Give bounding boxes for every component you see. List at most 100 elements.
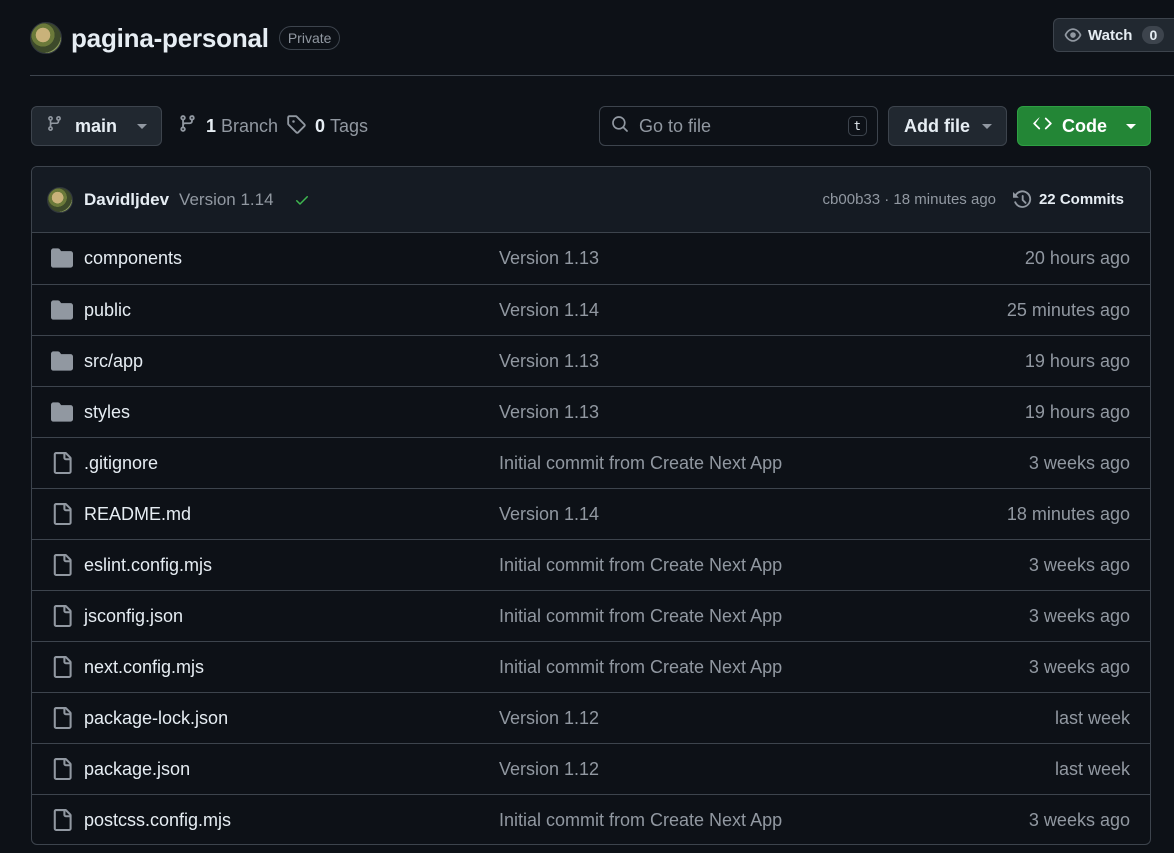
- caret-down-icon: [137, 123, 147, 129]
- file-name-link[interactable]: .gitignore: [84, 453, 158, 474]
- commits-count: 22 Commits: [1038, 191, 1124, 208]
- file-commit-message[interactable]: Version 1.14: [499, 300, 599, 321]
- file-row[interactable]: public Version 1.14 25 minutes ago: [32, 284, 1150, 335]
- file-name-link[interactable]: package-lock.json: [84, 708, 228, 729]
- code-button[interactable]: Code: [1017, 106, 1151, 146]
- folder-icon: [51, 247, 73, 269]
- file-commit-time: 18 minutes ago: [1006, 503, 1130, 524]
- file-icon: [51, 809, 73, 831]
- file-name-link[interactable]: jsconfig.json: [84, 606, 183, 627]
- folder-icon: [51, 350, 73, 372]
- file-commit-message[interactable]: Version 1.13: [499, 402, 599, 423]
- repo-name[interactable]: pagina-personal: [71, 23, 269, 54]
- file-icon: [51, 503, 73, 525]
- check-icon[interactable]: [294, 192, 310, 208]
- file-row[interactable]: next.config.mjs Initial commit from Creat…: [32, 641, 1150, 692]
- file-commit-time: last week: [1054, 758, 1130, 779]
- file-row[interactable]: jsconfig.json Initial commit from Create …: [32, 590, 1150, 641]
- file-commit-time: 25 minutes ago: [1006, 299, 1130, 320]
- watch-count: 0: [1142, 26, 1165, 44]
- file-row[interactable]: postcss.config.mjs Initial commit from Cr…: [32, 794, 1150, 844]
- git-branch-icon: [46, 115, 63, 137]
- file-commit-message[interactable]: Initial commit from Create Next App: [499, 657, 782, 678]
- file-icon: [51, 554, 73, 576]
- file-name-link[interactable]: src/app: [84, 351, 143, 372]
- file-row[interactable]: src/app Version 1.13 19 hours ago: [32, 335, 1150, 386]
- file-icon: [51, 452, 73, 474]
- file-row[interactable]: components Version 1.13 20 hours ago: [32, 233, 1150, 284]
- header-divider: [30, 75, 1174, 76]
- file-name-link[interactable]: eslint.config.mjs: [84, 555, 212, 576]
- add-file-button[interactable]: Add file: [888, 106, 1007, 146]
- file-commit-message[interactable]: Initial commit from Create Next App: [499, 555, 782, 576]
- latest-commit-bar: Davidljdev Version 1.14 cb00b33 · 18 min…: [32, 167, 1150, 233]
- tag-count-label: Tags: [330, 115, 369, 136]
- file-commit-time: 3 weeks ago: [1028, 554, 1130, 575]
- file-commit-message[interactable]: Version 1.12: [499, 759, 599, 780]
- file-icon: [51, 605, 73, 627]
- folder-icon: [51, 299, 73, 321]
- file-row[interactable]: eslint.config.mjs Initial commit from Cre…: [32, 539, 1150, 590]
- file-name-link[interactable]: postcss.config.mjs: [84, 810, 231, 831]
- commit-author-avatar[interactable]: [47, 186, 73, 213]
- file-commit-time: 19 hours ago: [1024, 401, 1130, 422]
- file-table: Davidljdev Version 1.14 cb00b33 · 18 min…: [31, 166, 1151, 845]
- file-commit-time: last week: [1054, 707, 1130, 728]
- file-list: components Version 1.13 20 hours ago public…: [32, 233, 1150, 844]
- branch-select-button[interactable]: main: [31, 106, 162, 146]
- file-name-link[interactable]: components: [84, 248, 182, 269]
- file-commit-time: 20 hours ago: [1024, 248, 1130, 268]
- commits-history-link[interactable]: 22 Commits: [1012, 189, 1124, 210]
- file-commit-message[interactable]: Initial commit from Create Next App: [499, 453, 782, 474]
- file-icon: [51, 707, 73, 729]
- file-commit-message[interactable]: Version 1.13: [499, 351, 599, 372]
- branch-count: 1: [206, 115, 217, 136]
- file-name-link[interactable]: next.config.mjs: [84, 657, 204, 678]
- caret-down-icon: [982, 123, 992, 129]
- file-row[interactable]: package.json Version 1.12 last week: [32, 743, 1150, 794]
- go-to-file-input[interactable]: [639, 115, 829, 137]
- branch-name: main: [75, 115, 118, 136]
- git-branch-icon: [178, 114, 197, 138]
- add-file-label: Add file: [904, 115, 970, 136]
- commit-hash-time[interactable]: cb00b33 · 18 minutes ago: [823, 191, 996, 208]
- shortcut-key-hint: t: [847, 116, 867, 136]
- file-name-link[interactable]: styles: [84, 402, 130, 423]
- file-commit-time: 3 weeks ago: [1028, 605, 1130, 626]
- folder-icon: [51, 401, 73, 423]
- file-commit-message[interactable]: Version 1.13: [499, 248, 599, 269]
- file-name-link[interactable]: README.md: [84, 504, 191, 525]
- file-commit-time: 3 weeks ago: [1028, 809, 1130, 830]
- tag-icon: [286, 114, 306, 139]
- file-commit-time: 3 weeks ago: [1028, 452, 1130, 473]
- file-commit-time: 19 hours ago: [1024, 350, 1130, 371]
- history-icon: [1012, 189, 1033, 210]
- tag-count: 0: [315, 115, 326, 136]
- file-row[interactable]: .gitignore Initial commit from Create Nex…: [32, 437, 1150, 488]
- commit-author[interactable]: Davidljdev: [84, 190, 169, 210]
- search-icon: [611, 115, 629, 138]
- go-to-file-search[interactable]: t: [599, 106, 878, 146]
- file-name-link[interactable]: package.json: [84, 759, 190, 780]
- file-commit-message[interactable]: Version 1.12: [499, 708, 599, 729]
- caret-down-icon: [1126, 123, 1136, 129]
- file-name-link[interactable]: public: [84, 300, 131, 321]
- file-row[interactable]: styles Version 1.13 19 hours ago: [32, 386, 1150, 437]
- file-commit-message[interactable]: Version 1.14: [499, 504, 599, 525]
- code-icon: [1033, 114, 1052, 138]
- file-commit-message[interactable]: Initial commit from Create Next App: [499, 606, 782, 627]
- file-icon: [51, 656, 73, 678]
- repo-header: pagina-personal Private Watch 0: [30, 18, 1174, 58]
- file-icon: [51, 758, 73, 780]
- watch-label: Watch: [1088, 26, 1133, 44]
- watch-button[interactable]: Watch 0: [1053, 18, 1174, 52]
- file-row[interactable]: README.md Version 1.14 18 minutes ago: [32, 488, 1150, 539]
- branches-link[interactable]: 1 Branch: [178, 106, 278, 146]
- file-commit-message[interactable]: Initial commit from Create Next App: [499, 810, 782, 831]
- file-row[interactable]: package-lock.json Version 1.12 last week: [32, 692, 1150, 743]
- owner-avatar[interactable]: [30, 22, 62, 54]
- code-label: Code: [1062, 115, 1107, 136]
- branch-count-label: Branch: [221, 115, 279, 136]
- tags-link[interactable]: 0 Tags: [286, 106, 368, 146]
- commit-message[interactable]: Version 1.14: [179, 190, 274, 210]
